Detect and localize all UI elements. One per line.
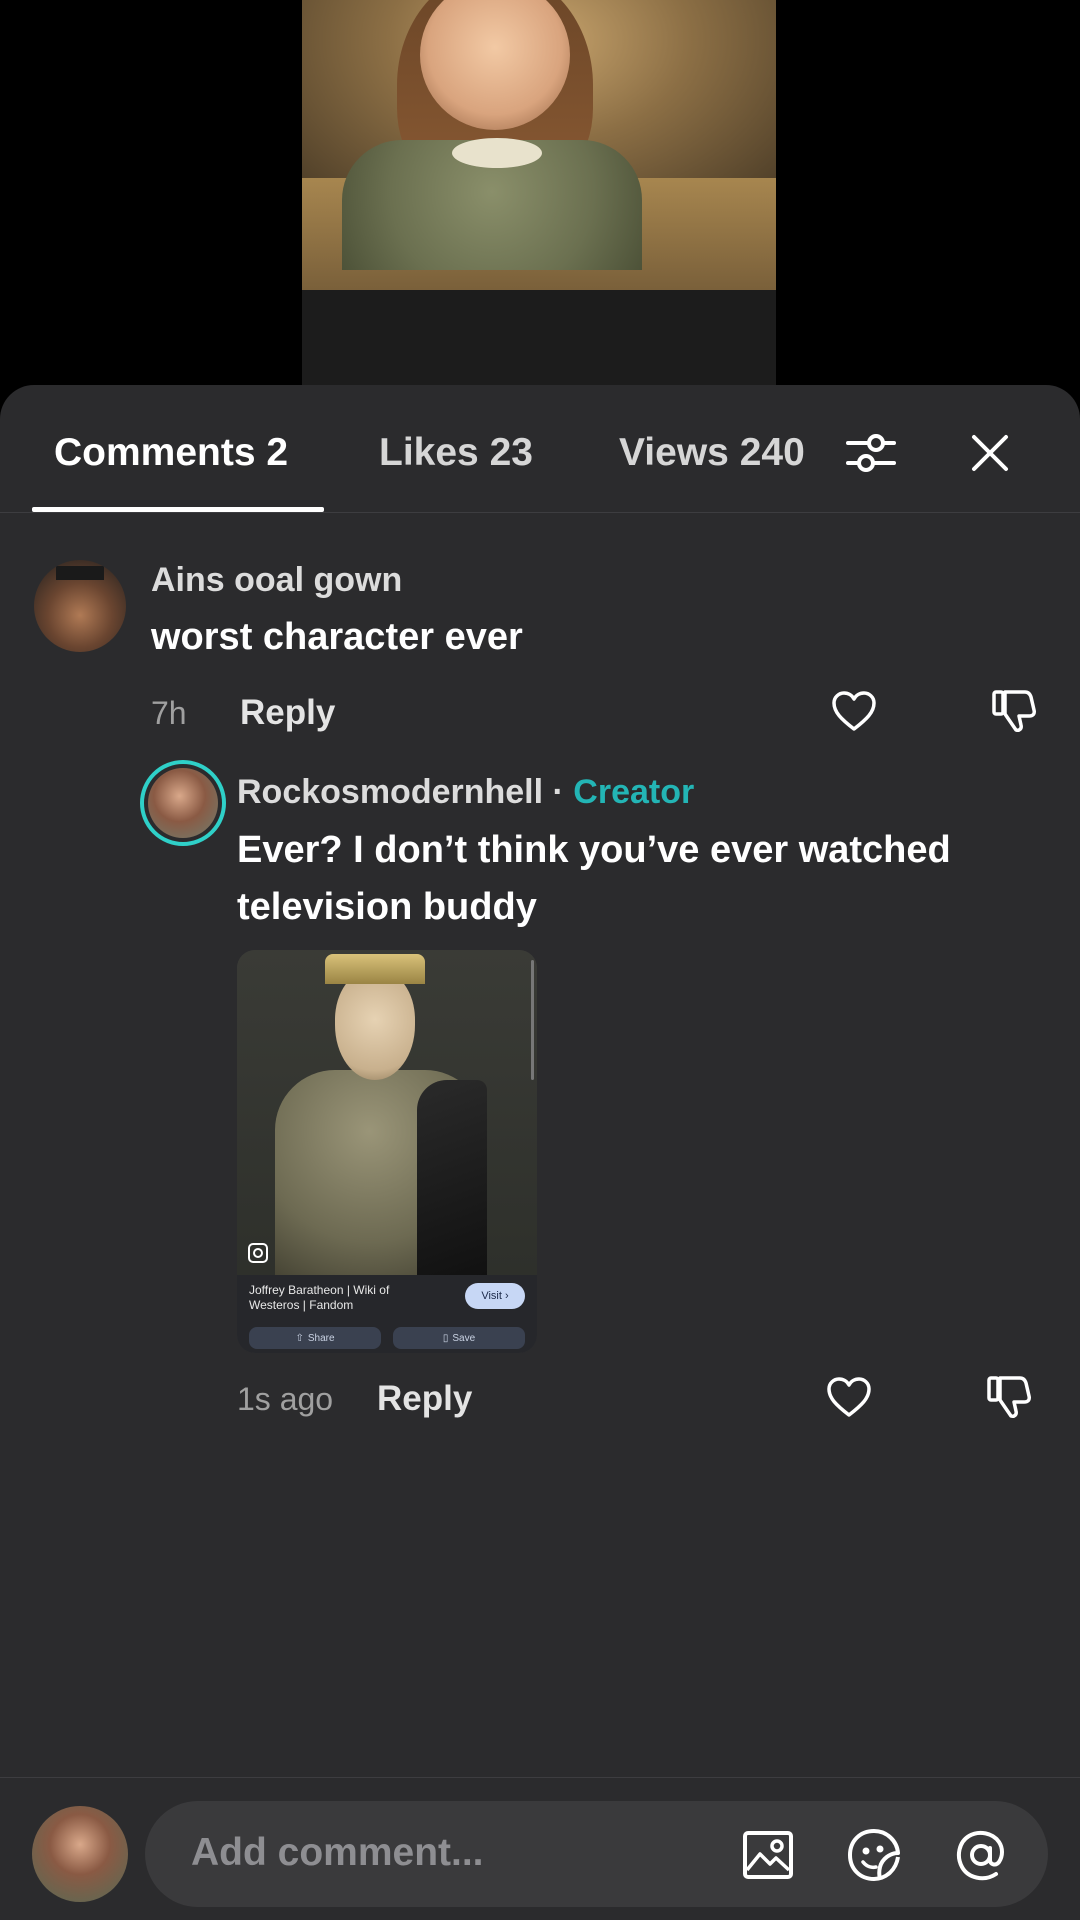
thumbs-down-icon[interactable]: [983, 1371, 1035, 1423]
creator-avatar[interactable]: [140, 760, 226, 846]
comment-timestamp: 1s ago: [237, 1381, 334, 1417]
heart-icon[interactable]: [828, 685, 880, 737]
comment-timestamp: 7h: [151, 695, 187, 731]
thumbs-down-icon[interactable]: [988, 685, 1040, 737]
username-label[interactable]: Rockosmodernhell: [237, 773, 543, 811]
separator: ·: [543, 773, 574, 811]
lens-icon: [247, 1242, 269, 1264]
comment-username[interactable]: Ains ooal gown: [151, 561, 402, 600]
save-button[interactable]: ▯ Save: [393, 1327, 525, 1349]
share-button[interactable]: ⇧ Share: [249, 1327, 381, 1349]
attachment-image: [237, 950, 537, 1275]
at-icon[interactable]: [953, 1827, 1009, 1883]
user-avatar[interactable]: [32, 1806, 128, 1902]
image-icon[interactable]: [740, 1827, 796, 1883]
comments-sheet: Comments 2 Likes 23 Views 240 Ains ooal …: [0, 385, 1080, 1920]
reply-button[interactable]: Reply: [377, 1379, 472, 1419]
comment-input-placeholder: Add comment...: [191, 1831, 484, 1874]
attachment-title: Joffrey Baratheon | Wiki of Westeros | F…: [249, 1283, 390, 1312]
comment-input[interactable]: Add comment...: [145, 1801, 1048, 1907]
share-icon: ⇧: [295, 1332, 304, 1344]
comment-composer: Add comment...: [0, 1777, 1080, 1920]
visit-button[interactable]: Visit ›: [465, 1283, 525, 1309]
tab-likes[interactable]: Likes 23: [379, 431, 533, 475]
reply-button[interactable]: Reply: [240, 693, 335, 733]
comment-text: Ever? I don’t think you’ve ever watched …: [237, 829, 951, 928]
creator-badge: Creator: [573, 773, 695, 811]
link-preview-attachment[interactable]: Joffrey Baratheon | Wiki of Westeros | F…: [237, 950, 537, 1353]
sticker-icon[interactable]: [846, 1827, 902, 1883]
comment-username: Rockosmodernhell · Creator: [237, 773, 694, 812]
close-icon[interactable]: [962, 425, 1018, 481]
avatar[interactable]: [34, 560, 126, 652]
tab-bar: Comments 2 Likes 23 Views 240: [0, 385, 1080, 513]
bookmark-icon: ▯: [442, 1332, 449, 1344]
tab-comments[interactable]: Comments 2: [54, 431, 288, 475]
video-preview[interactable]: [0, 0, 1080, 400]
active-tab-indicator: [32, 507, 324, 512]
attachment-footer: Joffrey Baratheon | Wiki of Westeros | F…: [237, 1275, 537, 1353]
tab-views[interactable]: Views 240: [619, 431, 811, 475]
sliders-icon[interactable]: [843, 425, 899, 481]
video-thumbnail: [302, 0, 776, 385]
heart-icon[interactable]: [823, 1371, 875, 1423]
comment-text: worst character ever: [151, 616, 523, 658]
